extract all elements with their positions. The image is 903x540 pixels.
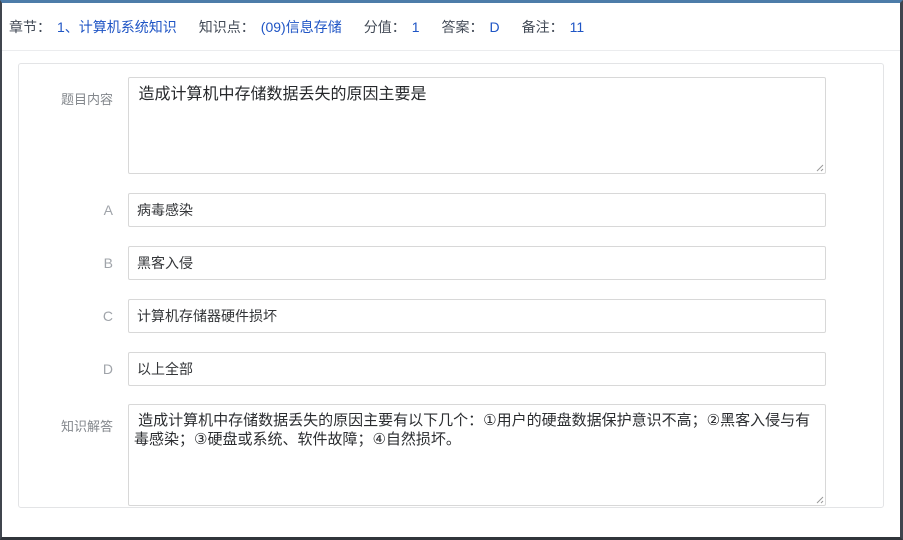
explanation-label: 知识解答: [19, 404, 128, 506]
option-b-row: B: [19, 246, 883, 280]
resize-grip-icon[interactable]: [814, 162, 824, 172]
option-d-field-wrap: [128, 352, 826, 386]
explanation-field-wrap: 造成计算机中存储数据丢失的原因主要有以下几个：①用户的硬盘数据保护意识不高；②黑…: [128, 404, 826, 506]
option-c-row: C: [19, 299, 883, 333]
score-label: 分值：: [364, 17, 406, 37]
option-c-input[interactable]: [128, 299, 826, 333]
option-d-input[interactable]: [128, 352, 826, 386]
remark-value: 11: [570, 19, 585, 35]
option-b-label: B: [19, 255, 128, 271]
knowledge-point-label: 知识点：: [199, 17, 255, 37]
explanation-row: 知识解答 造成计算机中存储数据丢失的原因主要有以下几个：①用户的硬盘数据保护意识…: [19, 404, 883, 506]
chapter-value: 1、计算机系统知识: [57, 17, 177, 37]
option-a-field-wrap: [128, 193, 826, 227]
question-content-textarea[interactable]: 造成计算机中存储数据丢失的原因主要是: [128, 77, 826, 174]
meta-remark: 备注： 11: [522, 17, 585, 37]
question-content-label: 题目内容: [19, 77, 128, 174]
option-b-input[interactable]: [128, 246, 826, 280]
chapter-label: 章节：: [9, 17, 51, 37]
question-meta-header: 章节： 1、计算机系统知识 知识点： (09)信息存储 分值： 1 答案： D …: [2, 3, 900, 51]
score-value: 1: [412, 19, 420, 35]
knowledge-point-value: (09)信息存储: [261, 17, 342, 37]
answer-label: 答案：: [442, 17, 484, 37]
option-d-label: D: [19, 361, 128, 377]
question-form-card: 题目内容 造成计算机中存储数据丢失的原因主要是 A B C D 知识解答: [18, 63, 884, 508]
option-a-row: A: [19, 193, 883, 227]
option-d-row: D: [19, 352, 883, 386]
meta-answer: 答案： D: [442, 17, 500, 37]
meta-score: 分值： 1: [364, 17, 420, 37]
option-a-input[interactable]: [128, 193, 826, 227]
option-c-field-wrap: [128, 299, 826, 333]
question-content-field-wrap: 造成计算机中存储数据丢失的原因主要是: [128, 77, 826, 174]
explanation-textarea[interactable]: 造成计算机中存储数据丢失的原因主要有以下几个：①用户的硬盘数据保护意识不高；②黑…: [128, 404, 826, 506]
resize-grip-icon[interactable]: [814, 494, 824, 504]
meta-chapter: 章节： 1、计算机系统知识: [9, 17, 177, 37]
answer-value: D: [490, 19, 500, 35]
meta-knowledge-point: 知识点： (09)信息存储: [199, 17, 342, 37]
question-content-row: 题目内容 造成计算机中存储数据丢失的原因主要是: [19, 77, 883, 174]
option-c-label: C: [19, 308, 128, 324]
option-a-label: A: [19, 202, 128, 218]
option-b-field-wrap: [128, 246, 826, 280]
remark-label: 备注：: [522, 17, 564, 37]
